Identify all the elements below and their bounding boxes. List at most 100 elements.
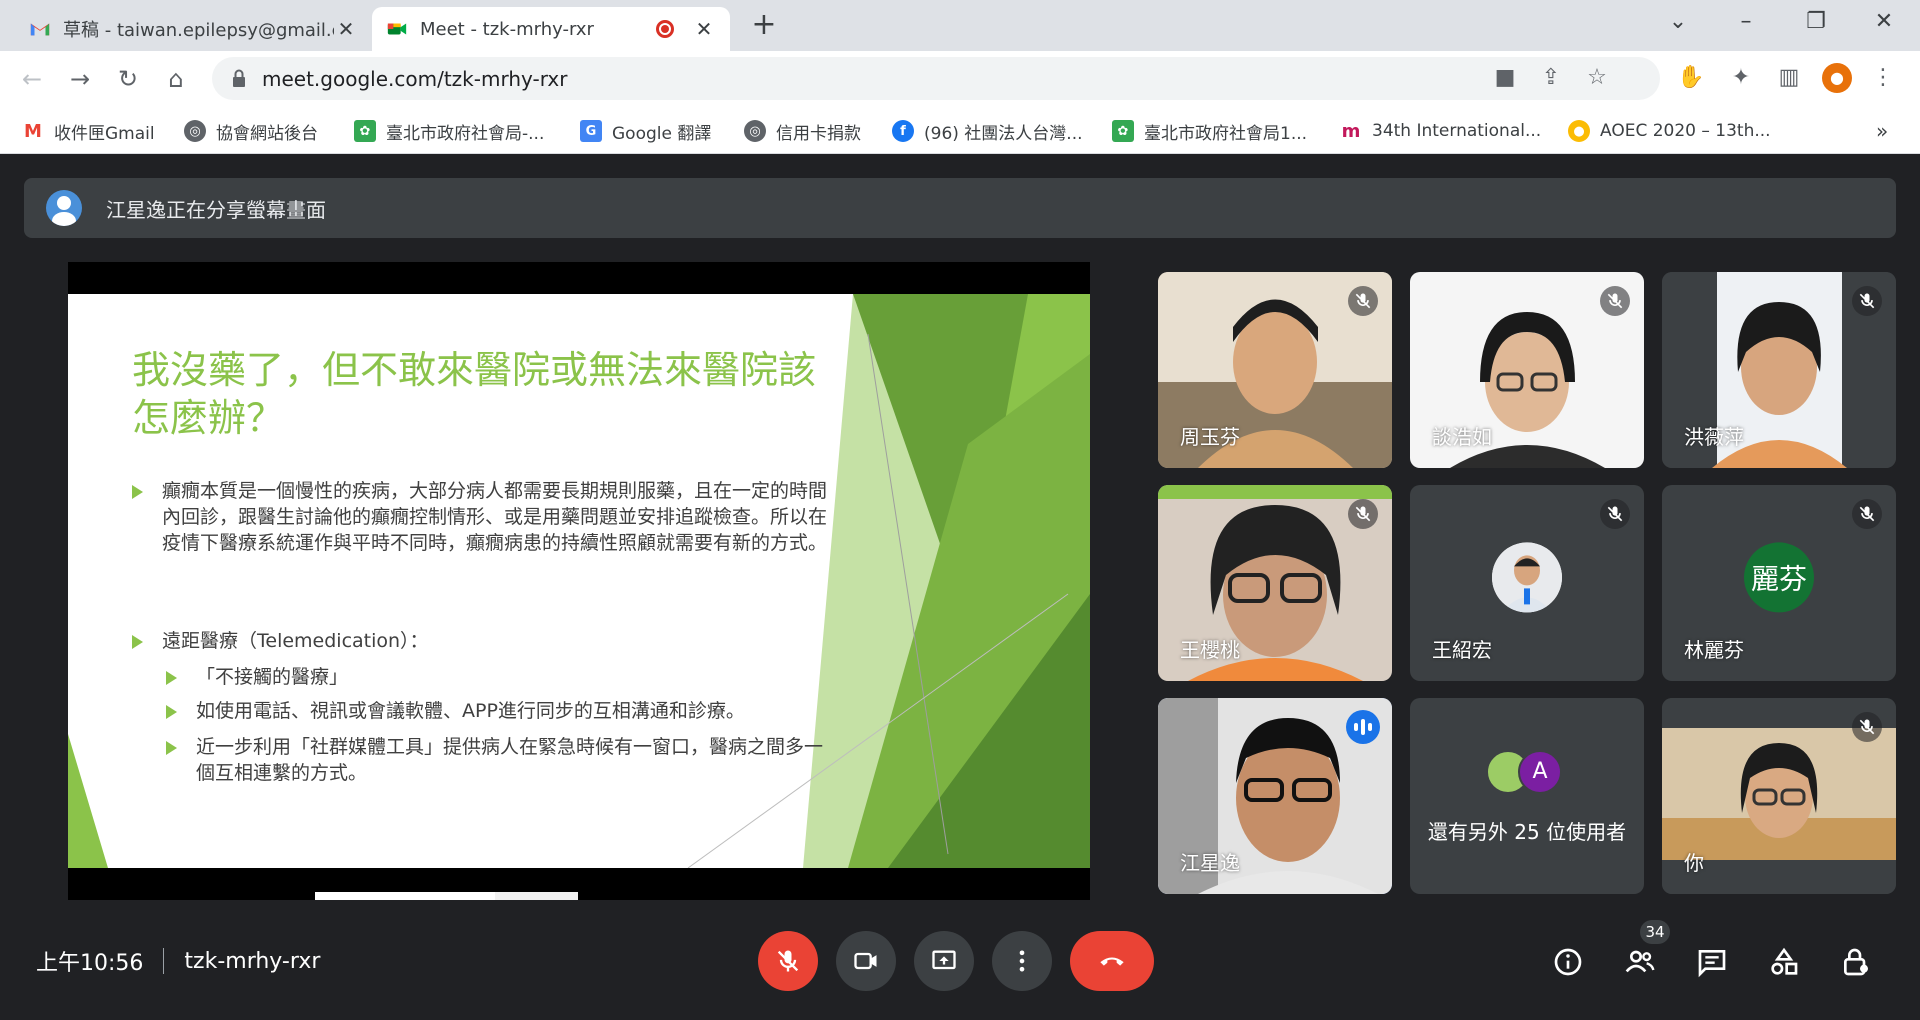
home-icon[interactable]: ⌂ [160, 64, 192, 94]
more-bookmarks-icon[interactable]: » [1876, 118, 1888, 144]
bullet-arrow-icon [166, 671, 177, 685]
muted-mic-icon [1600, 499, 1630, 529]
slide-sub-bullet: 如使用電話、視訊或會議軟體、APP進行同步的互相溝通和診療。 [166, 698, 836, 724]
participant-avatar: 麗芬 [1744, 542, 1814, 613]
speaking-indicator-icon [1346, 710, 1380, 744]
tab-meet[interactable]: Meet - tzk-mrhy-rxr ✕ [372, 7, 730, 51]
participant-name: 你 [1684, 851, 1704, 875]
bookmark-international[interactable]: m 34th International... [1340, 118, 1542, 144]
mic-toggle-button[interactable] [758, 931, 818, 991]
participant-tile[interactable]: 周玉芬 [1158, 272, 1392, 468]
bullet-arrow-icon [166, 741, 177, 755]
profile-avatar[interactable]: ● [1822, 63, 1852, 93]
meeting-details: 上午10:56 tzk-mrhy-rxr [36, 946, 320, 976]
bookmark-label: (96) 社團法人台灣... [924, 123, 1083, 144]
taipei-icon: ✿ [354, 120, 376, 142]
host-controls-button[interactable] [1834, 940, 1878, 984]
meeting-code: tzk-mrhy-rxr [184, 948, 321, 974]
lock-person-icon [1844, 948, 1868, 976]
gmail-icon: M [24, 120, 42, 142]
more-options-button[interactable] [992, 931, 1052, 991]
back-icon[interactable]: ← [16, 64, 48, 94]
bookmark-gmail[interactable]: M 收件匣Gmail [22, 118, 155, 144]
hand-icon[interactable]: ✋ [1676, 63, 1706, 93]
bullet-text: 「不接觸的醫療」 [196, 666, 349, 688]
share-icon[interactable]: ⇪ [1536, 63, 1566, 93]
lock-icon [233, 69, 245, 87]
bookmark-facebook[interactable]: f (96) 社團法人台灣... [892, 118, 1083, 144]
meeting-info-button[interactable] [1546, 940, 1590, 984]
others-count-label: 還有另外 25 位使用者 [1427, 820, 1627, 844]
bullet-text: 遠距醫療（Telemedication）： [162, 630, 429, 652]
slide-bullet: 癲癇本質是一個慢性的疾病，大部分病人都需要長期規則服藥，且在一定的時間內回診，跟… [132, 478, 832, 556]
participant-tile[interactable]: 洪薇萍 [1662, 272, 1896, 468]
slide-scrollbar[interactable] [315, 892, 578, 900]
chat-button[interactable] [1690, 940, 1734, 984]
participant-name: 王櫻桃 [1180, 638, 1240, 662]
globe-icon: ◎ [184, 120, 206, 142]
bookmark-label: Google 翻譯 [612, 123, 712, 144]
muted-mic-icon [1348, 286, 1378, 316]
chat-icon [1698, 950, 1726, 978]
new-tab-button[interactable]: + [748, 10, 780, 42]
restore-button[interactable]: ❐ [1796, 6, 1836, 38]
camera-icon[interactable]: ■ [1490, 63, 1520, 93]
participant-name: 王紹宏 [1432, 638, 1492, 662]
muted-mic-icon [1852, 286, 1882, 316]
camera-toggle-button[interactable] [836, 931, 896, 991]
camera-icon [854, 952, 877, 970]
extensions-icon[interactable]: ✦ [1726, 63, 1756, 93]
aoec-icon: ● [1568, 120, 1590, 142]
slide-bullet: 遠距醫療（Telemedication）： [132, 628, 832, 654]
slide-title: 我沒藥了，但不敢來醫院或無法來醫院該怎麼辦？ [132, 348, 817, 440]
people-button[interactable] [1618, 940, 1662, 984]
meet-icon [387, 23, 407, 35]
address-bar[interactable]: meet.google.com/tzk-mrhy-rxr ■ ⇪ ☆ [212, 57, 1660, 100]
muted-mic-icon [1348, 499, 1378, 529]
participant-tile[interactable]: 談浩如 [1410, 272, 1644, 468]
bookmark-donation[interactable]: ◎ 信用卡捐款 [744, 118, 861, 144]
menu-icon[interactable]: ⋮ [1868, 63, 1898, 93]
participant-tile-others[interactable]: A 還有另外 25 位使用者 [1410, 698, 1644, 894]
bullet-arrow-icon [132, 485, 143, 499]
participant-tile[interactable]: 江星逸 [1158, 698, 1392, 894]
gmail-icon [30, 23, 50, 36]
reload-icon[interactable]: ↻ [112, 64, 144, 94]
bookmark-label: 臺北市政府社會局1... [1144, 123, 1308, 144]
activities-button[interactable] [1762, 940, 1806, 984]
close-icon[interactable]: ✕ [692, 17, 716, 41]
close-window-button[interactable]: ✕ [1864, 6, 1904, 38]
tab-strip: 草稿 - taiwan.epilepsy@gmail.c ✕ Meet - tz… [0, 0, 1920, 51]
participant-tile[interactable]: 王櫻桃 [1158, 485, 1392, 681]
bookmark-association[interactable]: ◎ 協會網站後台 [184, 118, 318, 144]
side-panel-icon[interactable]: ▥ [1774, 63, 1804, 93]
tab-gmail[interactable]: 草稿 - taiwan.epilepsy@gmail.c ✕ [15, 7, 372, 51]
mic-off-icon [777, 950, 799, 972]
people-icon [1625, 950, 1655, 973]
divider [163, 948, 165, 974]
participant-tile[interactable]: 麗芬 林麗芬 [1662, 485, 1896, 681]
activities-icon [1771, 947, 1798, 975]
minimize-button[interactable]: – [1726, 6, 1766, 38]
leave-call-button[interactable] [1070, 931, 1154, 991]
muted-mic-icon [1600, 286, 1630, 316]
bookmark-label: AOEC 2020 – 13th... [1600, 121, 1771, 141]
participant-tile[interactable]: 王紹宏 [1410, 485, 1644, 681]
bookmark-taipei-social[interactable]: ✿ 臺北市政府社會局-... [354, 118, 544, 144]
close-icon[interactable]: ✕ [334, 17, 358, 41]
presentation-slide: 我沒藥了，但不敢來醫院或無法來醫院該怎麼辦？ 癲癇本質是一個慢性的疾病，大部分病… [68, 294, 1090, 868]
participant-name: 林麗芬 [1684, 638, 1744, 662]
facebook-icon: f [892, 120, 914, 142]
forward-icon[interactable]: → [64, 64, 96, 94]
bookmark-google-translate[interactable]: G Google 翻譯 [580, 118, 711, 144]
present-screen-button[interactable] [914, 931, 974, 991]
m-logo-icon: m [1341, 120, 1361, 142]
participant-name: 江星逸 [1180, 851, 1240, 875]
bookmark-taipei-social-2[interactable]: ✿ 臺北市政府社會局1... [1112, 118, 1307, 144]
participant-name: 周玉芬 [1180, 425, 1240, 449]
tab-search-icon[interactable]: ⌄ [1658, 6, 1698, 38]
current-time: 上午10:56 [36, 951, 144, 976]
participant-tile-self[interactable]: 你 [1662, 698, 1896, 894]
star-icon[interactable]: ☆ [1582, 63, 1612, 93]
bookmark-aoec[interactable]: ● AOEC 2020 – 13th... [1568, 118, 1771, 144]
